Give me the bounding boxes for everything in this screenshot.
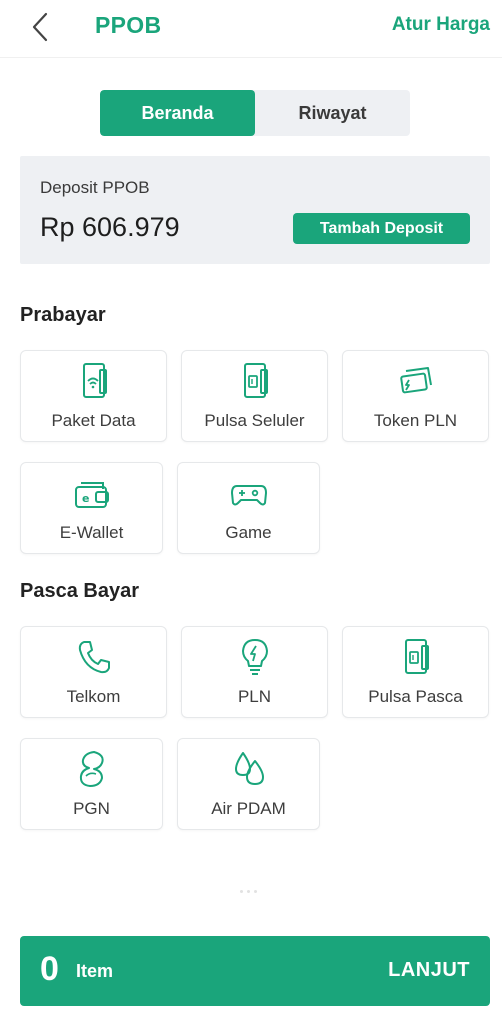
pascabayar-section-title: Pasca Bayar <box>20 580 139 602</box>
deposit-amount: Rp 606.979 <box>40 212 180 242</box>
gas-flame-icon <box>72 749 112 789</box>
tab-beranda[interactable]: Beranda <box>100 90 255 136</box>
deposit-card: Deposit PPOB Rp 606.979 Tambah Deposit <box>20 156 490 264</box>
tile-label: PGN <box>73 799 110 818</box>
wallet-icon: e <box>72 473 112 513</box>
telephone-icon <box>74 637 114 677</box>
tile-pgn[interactable]: PGN <box>20 738 163 830</box>
tile-telkom[interactable]: Telkom <box>20 626 167 718</box>
add-deposit-button[interactable]: Tambah Deposit <box>293 213 470 244</box>
tile-label: PLN <box>237 687 272 706</box>
item-count: 0 <box>40 950 59 988</box>
tile-label: Pulsa Pasca <box>368 687 463 706</box>
tile-label: Game <box>225 523 272 542</box>
prabayar-section-title: Prabayar <box>20 304 106 326</box>
tile-pulsa-seluler[interactable]: Pulsa Seluler <box>181 350 328 442</box>
tile-pulsa-pasca[interactable]: Pulsa Pasca <box>342 626 489 718</box>
app-header: PPOB Atur Harga <box>0 0 502 58</box>
item-label: Item <box>76 961 114 981</box>
tile-label: E-Wallet <box>59 523 124 542</box>
phone-wifi-icon <box>74 361 114 401</box>
tile-token-pln[interactable]: Token PLN <box>342 350 489 442</box>
continue-button[interactable]: LANJUT <box>388 959 470 982</box>
tile-e-wallet[interactable]: e E-Wallet <box>20 462 163 554</box>
phone-card-icon <box>235 361 275 401</box>
tile-air-pdam[interactable]: Air PDAM <box>177 738 320 830</box>
token-card-icon <box>396 361 436 401</box>
water-drops-icon <box>229 749 269 789</box>
tile-label: Token PLN <box>373 411 458 430</box>
gamepad-icon <box>229 473 269 513</box>
deposit-label: Deposit PPOB <box>40 178 150 197</box>
tile-pln[interactable]: PLN <box>181 626 328 718</box>
tile-game[interactable]: Game <box>177 462 320 554</box>
tile-label: Telkom <box>66 687 121 706</box>
phone-card-icon <box>396 637 436 677</box>
svg-text:e: e <box>82 492 89 505</box>
continue-bar[interactable]: 0 Item LANJUT <box>20 936 490 1006</box>
scroll-indicator <box>240 880 270 893</box>
tab-bar: Beranda Riwayat <box>100 90 410 136</box>
tile-paket-data[interactable]: Paket Data <box>20 350 167 442</box>
tab-riwayat[interactable]: Riwayat <box>255 90 410 136</box>
page-title: PPOB <box>95 12 162 38</box>
tile-label: Pulsa Seluler <box>204 411 305 430</box>
back-button[interactable] <box>26 8 58 46</box>
tile-label: Air PDAM <box>211 799 286 818</box>
chevron-left-icon <box>32 12 48 42</box>
tile-label: Paket Data <box>51 411 136 430</box>
lightbulb-icon <box>235 637 275 677</box>
set-price-link[interactable]: Atur Harga <box>392 14 490 36</box>
